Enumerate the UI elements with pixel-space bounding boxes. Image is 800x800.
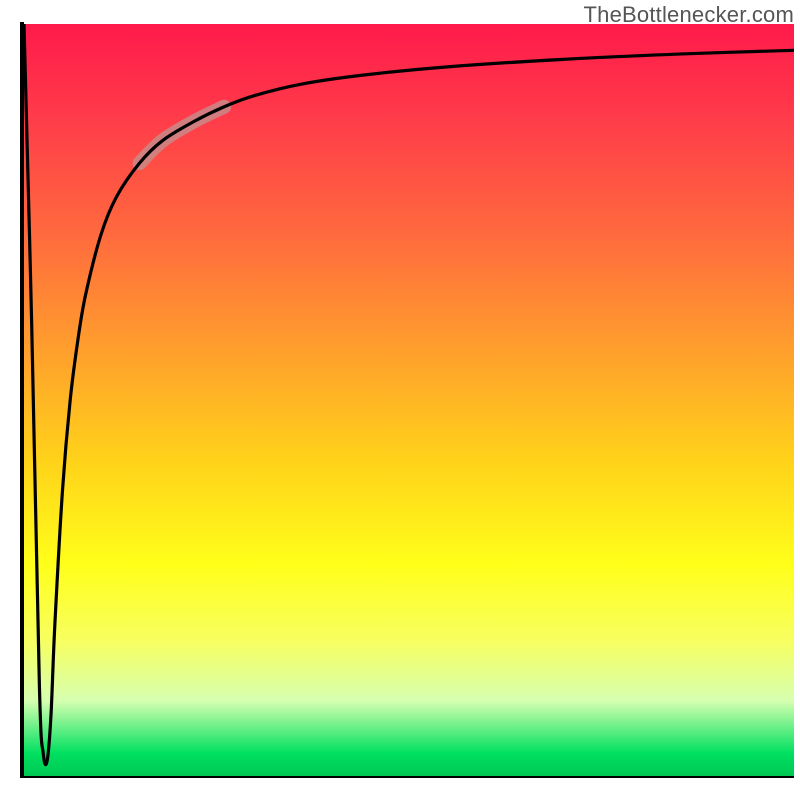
plot-area xyxy=(24,24,794,776)
watermark-text: TheBottlenecker.com xyxy=(584,2,794,28)
bottleneck-curve-highlight xyxy=(140,107,225,163)
chart-container: TheBottlenecker.com xyxy=(0,0,800,800)
bottleneck-curve xyxy=(24,24,794,765)
curve-layer xyxy=(24,24,794,776)
